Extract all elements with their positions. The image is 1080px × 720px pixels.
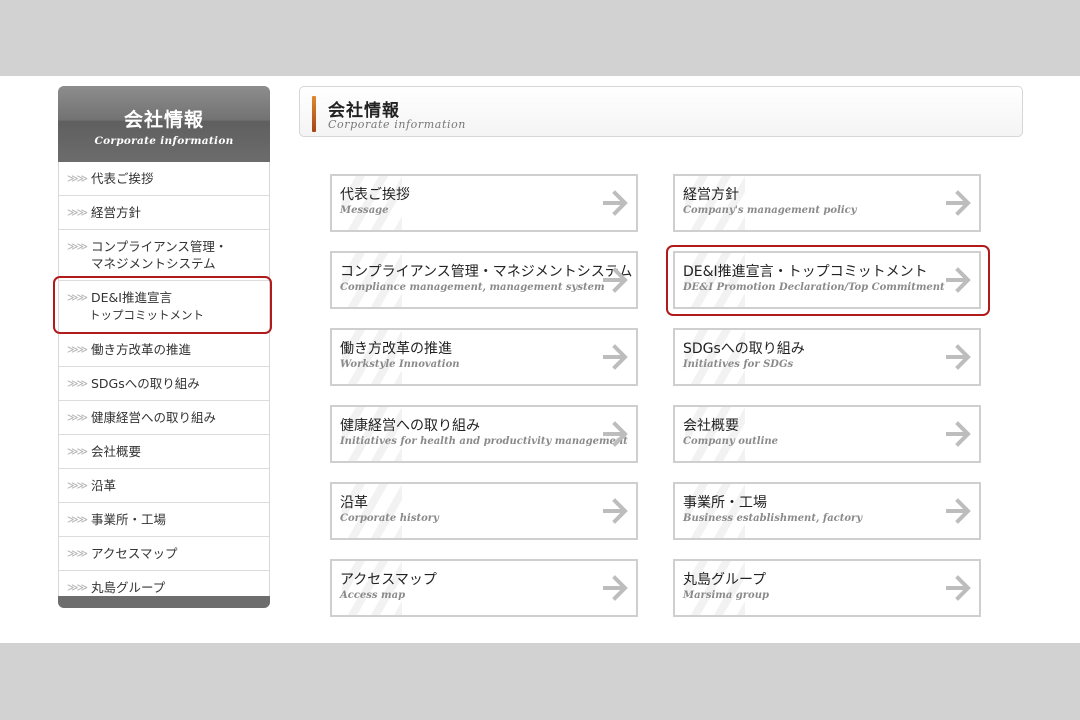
card-subtitle: Business establishment, factory <box>683 513 863 524</box>
card-title: 沿革 <box>340 495 368 511</box>
sidebar-item-label: 働き方改革の推進 <box>91 342 192 357</box>
triple-chevron-icon: ≫≫ <box>67 445 88 458</box>
card-subtitle: Access map <box>340 590 406 601</box>
card-title: 経営方針 <box>683 187 739 203</box>
card-history[interactable]: 沿革 Corporate history <box>330 482 638 540</box>
sidebar-item-label: コンプライアンス管理・ マネジメントシステム <box>91 238 227 272</box>
card-subtitle: Corporate history <box>340 513 439 524</box>
card-health[interactable]: 健康経営への取り組み Initiatives for health and pro… <box>330 405 638 463</box>
page-content: 会社情報 Corporate information ≫≫ 代表ご挨拶 ≫≫ 経… <box>0 76 1080 643</box>
sidebar-item-label: 健康経営への取り組み <box>91 410 217 425</box>
card-message[interactable]: 代表ご挨拶 Message <box>330 174 638 232</box>
sidebar-item-sdgs[interactable]: ≫≫ SDGsへの取り組み <box>59 367 269 401</box>
sidebar-item-message[interactable]: ≫≫ 代表ご挨拶 <box>59 162 269 196</box>
card-title: 代表ご挨拶 <box>340 187 410 203</box>
sidebar-item-label: 沿革 <box>91 478 117 493</box>
sidebar: 会社情報 Corporate information ≫≫ 代表ご挨拶 ≫≫ 経… <box>58 86 270 608</box>
sidebar-item-history[interactable]: ≫≫ 沿革 <box>59 469 269 503</box>
triple-chevron-icon: ≫≫ <box>67 172 88 185</box>
triple-chevron-icon: ≫≫ <box>67 411 88 424</box>
triple-chevron-icon: ≫≫ <box>67 513 88 526</box>
card-subtitle: DE&I Promotion Declaration/Top Commitmen… <box>683 282 945 293</box>
card-title: 会社概要 <box>683 418 739 434</box>
right-arrow-icon <box>946 575 971 601</box>
card-subtitle: Marsima group <box>683 590 769 601</box>
sidebar-footer <box>58 596 270 608</box>
sidebar-item-label: アクセスマップ <box>91 546 178 561</box>
card-subtitle: Initiatives for SDGs <box>683 359 794 370</box>
sidebar-subtitle: Corporate information <box>94 135 234 147</box>
card-title: 健康経営への取り組み <box>340 418 480 434</box>
title-accent-bar <box>312 96 316 132</box>
right-arrow-icon <box>946 344 971 370</box>
sidebar-item-label: 経営方針 <box>91 205 142 220</box>
right-arrow-icon <box>603 267 628 293</box>
card-subtitle: Company's management policy <box>683 205 857 216</box>
sidebar-item-offices[interactable]: ≫≫ 事業所・工場 <box>59 503 269 537</box>
right-arrow-icon <box>946 190 971 216</box>
sidebar-item-label: DE&I推進宣言 トップコミットメント <box>89 289 204 324</box>
page-subtitle: Corporate information <box>328 118 466 131</box>
right-arrow-icon <box>603 498 628 524</box>
triple-chevron-icon: ≫≫ <box>67 291 88 304</box>
card-title: 働き方改革の推進 <box>340 341 452 357</box>
right-arrow-icon <box>603 344 628 370</box>
card-subtitle: Compliance management, management system <box>340 282 605 293</box>
sidebar-item-label: SDGsへの取り組み <box>91 376 200 391</box>
right-arrow-icon <box>946 498 971 524</box>
card-title: SDGsへの取り組み <box>683 341 805 357</box>
right-arrow-icon <box>603 190 628 216</box>
sidebar-item-health[interactable]: ≫≫ 健康経営への取り組み <box>59 401 269 435</box>
sidebar-item-company-outline[interactable]: ≫≫ 会社概要 <box>59 435 269 469</box>
card-compliance[interactable]: コンプライアンス管理・マネジメントシステム Compliance manageme… <box>330 251 638 309</box>
sidebar-nav: ≫≫ 代表ご挨拶 ≫≫ 経営方針 ≫≫ コンプライアンス管理・ マネジメントシス… <box>58 162 270 604</box>
sidebar-item-label-line2: トップコミットメント <box>89 308 204 322</box>
card-title: 事業所・工場 <box>683 495 767 511</box>
card-subtitle: Message <box>340 205 389 216</box>
card-subtitle: Workstyle Innovation <box>340 359 460 370</box>
sidebar-item-label-line1: コンプライアンス管理・ <box>91 239 228 254</box>
card-company-outline[interactable]: 会社概要 Company outline <box>673 405 981 463</box>
triple-chevron-icon: ≫≫ <box>67 581 88 594</box>
card-group[interactable]: 丸島グループ Marsima group <box>673 559 981 617</box>
card-title: アクセスマップ <box>340 572 437 588</box>
sidebar-item-dei[interactable]: ≫≫ DE&I推進宣言 トップコミットメント <box>59 281 269 333</box>
card-subtitle: Initiatives for health and productivity … <box>340 436 628 447</box>
right-arrow-icon <box>946 421 971 447</box>
card-title: DE&I推進宣言・トップコミットメント <box>683 264 928 280</box>
sidebar-item-label: 事業所・工場 <box>91 512 167 527</box>
right-arrow-icon <box>603 575 628 601</box>
sidebar-item-compliance[interactable]: ≫≫ コンプライアンス管理・ マネジメントシステム <box>59 230 269 281</box>
triple-chevron-icon: ≫≫ <box>67 206 88 219</box>
card-management-policy[interactable]: 経営方針 Company's management policy <box>673 174 981 232</box>
triple-chevron-icon: ≫≫ <box>67 343 88 356</box>
page-title-bar: 会社情報 Corporate information <box>299 86 1023 137</box>
card-sdgs[interactable]: SDGsへの取り組み Initiatives for SDGs <box>673 328 981 386</box>
sidebar-item-label: 代表ご挨拶 <box>91 171 154 186</box>
triple-chevron-icon: ≫≫ <box>67 240 88 253</box>
triple-chevron-icon: ≫≫ <box>67 479 88 492</box>
sidebar-item-label-line2: マネジメントシステム <box>91 256 216 271</box>
card-title: 丸島グループ <box>683 572 767 588</box>
right-arrow-icon <box>603 421 628 447</box>
card-dei[interactable]: DE&I推進宣言・トップコミットメント DE&I Promotion Declar… <box>673 251 981 309</box>
card-title: コンプライアンス管理・マネジメントシステム <box>340 264 633 280</box>
card-offices[interactable]: 事業所・工場 Business establishment, factory <box>673 482 981 540</box>
triple-chevron-icon: ≫≫ <box>67 547 88 560</box>
sidebar-header: 会社情報 Corporate information <box>58 86 270 162</box>
sidebar-item-management-policy[interactable]: ≫≫ 経営方針 <box>59 196 269 230</box>
right-arrow-icon <box>946 267 971 293</box>
triple-chevron-icon: ≫≫ <box>67 377 88 390</box>
card-subtitle: Company outline <box>683 436 779 447</box>
sidebar-item-label-line1: DE&I推進宣言 <box>91 290 172 305</box>
card-access-map[interactable]: アクセスマップ Access map <box>330 559 638 617</box>
sidebar-item-label: 丸島グループ <box>91 580 166 595</box>
card-workstyle[interactable]: 働き方改革の推進 Workstyle Innovation <box>330 328 638 386</box>
sidebar-item-label: 会社概要 <box>91 444 142 459</box>
sidebar-item-access-map[interactable]: ≫≫ アクセスマップ <box>59 537 269 571</box>
sidebar-title: 会社情報 <box>123 109 204 131</box>
sidebar-item-workstyle[interactable]: ≫≫ 働き方改革の推進 <box>59 333 269 367</box>
